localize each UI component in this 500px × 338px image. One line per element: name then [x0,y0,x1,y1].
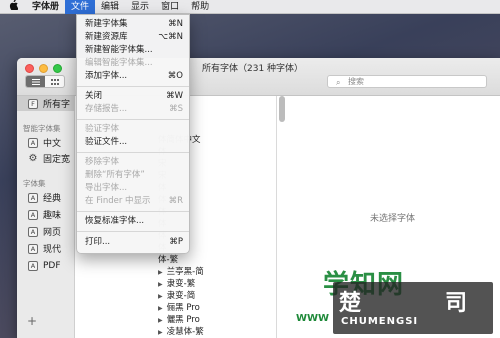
sidebar-item-label: 经典 [43,194,62,204]
disclosure-triangle-icon: ▶ [158,293,163,300]
font-collection-icon: A [28,226,38,237]
menu-item-show-in-finder: 在 Finder 中显示 ⌘R [85,196,183,206]
disclosure-triangle-icon: ▶ [158,269,163,276]
menu-item-validate-file[interactable]: 验证文件... [77,136,189,149]
sidebar-item-label: 所有字 [43,100,71,110]
menu-separator [77,86,189,87]
list-item[interactable]: ▶ 隶变-简 [158,290,195,302]
watermark-badge: 楚 司 CHUMENGSI [333,282,493,334]
menu-separator [77,119,189,120]
sidebar-item-fun[interactable]: A 趣味 [17,207,75,222]
menu-separator [77,211,189,212]
grid-view-button[interactable] [45,76,64,87]
menu-item-add-fonts[interactable]: 添加字体... ⌘O [77,70,189,83]
zoom-window-button[interactable] [53,64,62,73]
disclosure-triangle-icon: ▶ [158,305,163,312]
menu-help[interactable]: 帮助 [185,0,215,14]
font-collection-icon: A [28,137,38,148]
search-placeholder: 搜索 [348,77,364,86]
collections-header: 字体集 [23,179,46,188]
list-view-button[interactable] [26,76,45,87]
search-icon: ⌕ [336,78,341,87]
disclosure-triangle-icon: ▶ [158,317,163,324]
list-item[interactable]: ▶ 凌慧体-繁 [158,326,204,338]
menu-item-print[interactable]: 打印... ⌘P [77,236,189,249]
apple-menu-icon[interactable] [0,0,26,13]
menu-item-new-collection[interactable]: 新建字体集 ⌘N [77,18,189,31]
list-item[interactable]: ▶ 儷黑 Pro [158,314,200,326]
sidebar-item-fixed-width[interactable]: ⚙ 固定宽 [17,151,75,166]
menu-item-export-fonts: 导出字体... [85,183,128,193]
window-title: 所有字体（231 种字体） [202,64,304,74]
menu-item-new-library[interactable]: 新建资源库 ⌥⌘N [77,31,189,44]
font-collection-icon: A [28,260,38,271]
menu-fontbook[interactable]: 字体册 [26,0,65,14]
sidebar-item-classic[interactable]: A 经典 [17,190,75,205]
watermark-url: WWW [296,313,330,324]
menu-view[interactable]: 显示 [125,0,155,14]
sidebar-item-pdf[interactable]: A PDF [17,258,75,273]
no-font-selected-label: 未选择字体 [369,214,415,224]
disclosure-triangle-icon: ▶ [158,281,163,288]
menu-item-validate-fonts: 验证字体 [85,124,120,134]
watermark-logo-left: 楚 [339,291,362,316]
menu-separator [77,231,189,232]
search-input[interactable]: ⌕ 搜索 [327,75,487,88]
sidebar-item-modern[interactable]: A 现代 [17,241,75,256]
view-mode-toggle [25,75,65,88]
list-icon [31,78,40,85]
sidebar-item-web[interactable]: A 网页 [17,224,75,239]
sidebar: F 所有字 智能字体集 A 中文 ⚙ 固定宽 字体集 A 经典 A 趣味 A 网… [17,96,75,338]
menu-edit[interactable]: 编辑 [95,0,125,14]
menu-item-edit-smart-collection: 编辑智能字体集... [85,58,153,68]
smart-collections-header: 智能字体集 [23,124,61,133]
disclosure-triangle-icon: ▶ [158,329,163,336]
sidebar-item-label: 固定宽 [43,155,71,165]
add-collection-button[interactable]: + [27,314,37,328]
sidebar-item-label: PDF [43,260,61,271]
sidebar-item-chinese[interactable]: A 中文 [17,135,75,150]
menu-window[interactable]: 窗口 [155,0,185,14]
grid-icon [50,78,59,85]
watermark-logo-right: 司 [445,291,468,316]
menu-item-close[interactable]: 关闭 ⌘W [77,90,189,103]
sidebar-item-label: 趣味 [43,211,62,221]
menu-item-save-report: 存储报告... ⌘S [85,104,183,114]
sidebar-item-label: 网页 [43,228,62,238]
menu-bar: 字体册 文件 编辑 显示 窗口 帮助 [0,0,500,14]
menu-item-delete-all-fonts: 删除“所有字体” [85,170,145,180]
font-collection-icon: A [28,192,38,203]
gear-icon: ⚙ [28,152,38,164]
file-menu-dropdown: 新建字体集 ⌘N 新建资源库 ⌥⌘N 新建智能字体集... 编辑智能字体集... 添… [76,14,190,254]
sidebar-item-all-fonts[interactable]: F 所有字 [17,96,75,111]
menu-file[interactable]: 文件 [65,0,96,14]
list-item[interactable]: 体-繁 [158,254,178,266]
menu-item-restore-standard-fonts[interactable]: 恢复标准字体... [77,215,189,228]
sidebar-item-label: 中文 [43,139,62,149]
sidebar-item-label: 现代 [43,245,62,255]
menu-item-new-smart-collection[interactable]: 新建智能字体集... [77,44,189,57]
minimize-window-button[interactable] [39,64,48,73]
close-window-button[interactable] [25,64,34,73]
font-collection-icon: A [28,243,38,254]
menu-item-remove-fonts: 移除字体 [85,157,120,167]
list-item[interactable]: ▶ 隶变-繁 [158,278,195,290]
list-item[interactable]: ▶ 兰亭黑-简 [158,266,204,278]
list-item[interactable]: ▶ 俪黑 Pro [158,302,200,314]
menu-separator [77,152,189,153]
font-box-icon: F [28,98,38,109]
watermark-brand: CHUMENGSI [341,316,419,327]
font-collection-icon: A [28,209,38,220]
